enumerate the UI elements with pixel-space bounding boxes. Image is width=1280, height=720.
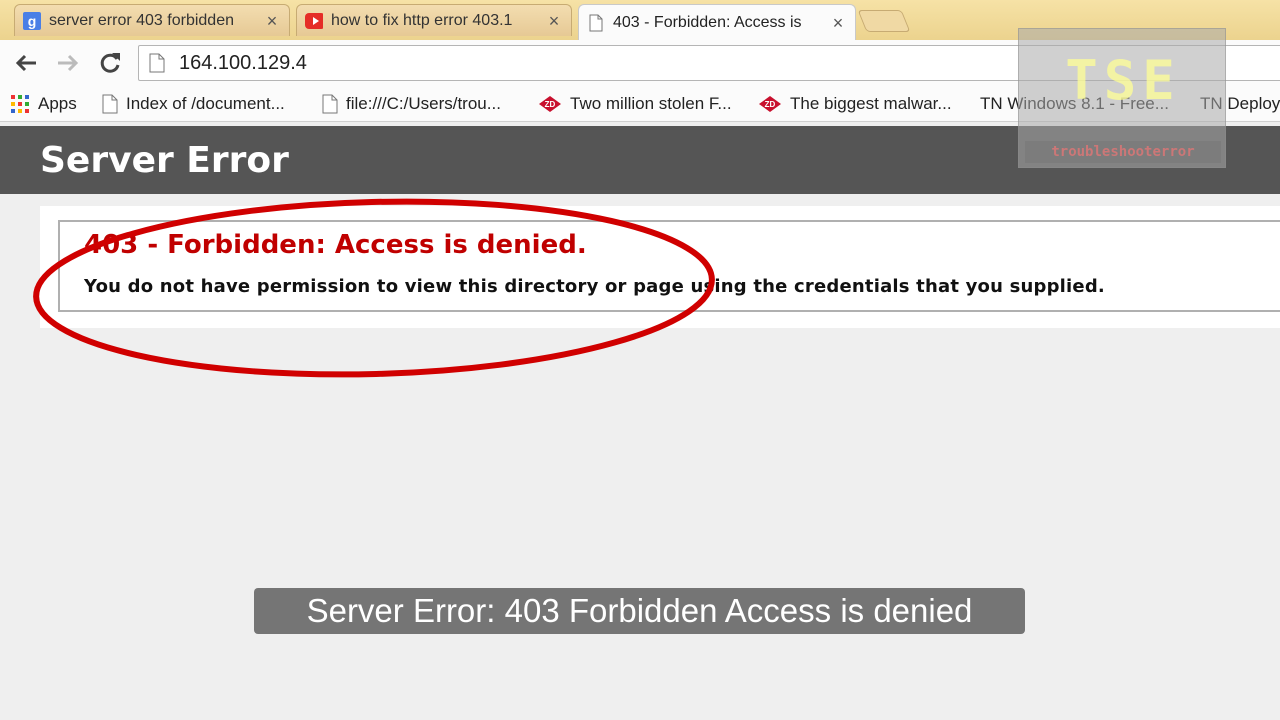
error-heading: 403 - Forbidden: Access is denied. <box>84 230 587 260</box>
content-container: 403 - Forbidden: Access is denied. You d… <box>40 206 1280 328</box>
bookmark-apps[interactable]: Apps <box>10 92 77 116</box>
page-title: Server Error <box>40 140 289 181</box>
forward-button[interactable] <box>54 49 82 77</box>
google-icon: g <box>23 11 41 30</box>
svg-text:ZD: ZD <box>765 100 776 109</box>
tab-title: 403 - Forbidden: Access is <box>613 13 802 31</box>
tab-title: server error 403 forbidden <box>49 11 234 29</box>
page-icon <box>322 94 338 114</box>
error-fieldset: 403 - Forbidden: Access is denied. You d… <box>58 220 1280 312</box>
bookmark-label: The biggest malwar... <box>790 94 952 113</box>
new-tab-button[interactable] <box>857 10 911 32</box>
apps-grid-icon <box>10 94 30 114</box>
tab-google-search[interactable]: g server error 403 forbidden × <box>14 4 290 36</box>
bookmark-label: Two million stolen F... <box>570 94 732 113</box>
bookmark-index-of-documents[interactable]: Index of /document... <box>102 92 285 116</box>
back-arrow-icon <box>15 54 36 72</box>
watermark-text: troubleshooterror <box>1025 141 1221 163</box>
bookmark-file-users[interactable]: file:///C:/Users/trou... <box>322 92 501 116</box>
youtube-icon <box>305 12 323 30</box>
url-text: 164.100.129.4 <box>179 51 307 74</box>
bookmark-label: Apps <box>38 94 77 113</box>
bookmark-label: file:///C:/Users/trou... <box>346 94 501 113</box>
zd-icon: ZD <box>538 95 562 113</box>
error-message: You do not have permission to view this … <box>84 276 1105 297</box>
page-icon <box>587 14 605 32</box>
zd-icon: ZD <box>758 95 782 113</box>
svg-text:ZD: ZD <box>545 100 556 109</box>
bookmark-label: Index of /document... <box>126 94 285 113</box>
watermark-logo: TSE <box>1065 49 1181 112</box>
svg-text:g: g <box>28 13 37 29</box>
bookmark-biggest-malware[interactable]: ZD The biggest malwar... <box>758 92 952 116</box>
reload-button[interactable] <box>96 49 124 77</box>
tab-youtube[interactable]: how to fix http error 403.1 × <box>296 4 572 36</box>
bookmark-two-million-stolen[interactable]: ZD Two million stolen F... <box>538 92 732 116</box>
back-button[interactable] <box>12 49 40 77</box>
tse-watermark: TSE troubleshooterror <box>1018 28 1226 168</box>
reload-icon <box>100 53 120 73</box>
close-icon[interactable]: × <box>265 12 279 30</box>
close-icon[interactable]: × <box>547 12 561 30</box>
page-icon <box>149 53 169 73</box>
close-icon[interactable]: × <box>831 14 845 32</box>
tab-403-forbidden[interactable]: 403 - Forbidden: Access is × <box>578 4 856 40</box>
forward-arrow-icon <box>58 54 79 72</box>
page-icon <box>102 94 118 114</box>
tab-title: how to fix http error 403.1 <box>331 11 513 29</box>
video-caption: Server Error: 403 Forbidden Access is de… <box>254 588 1025 634</box>
